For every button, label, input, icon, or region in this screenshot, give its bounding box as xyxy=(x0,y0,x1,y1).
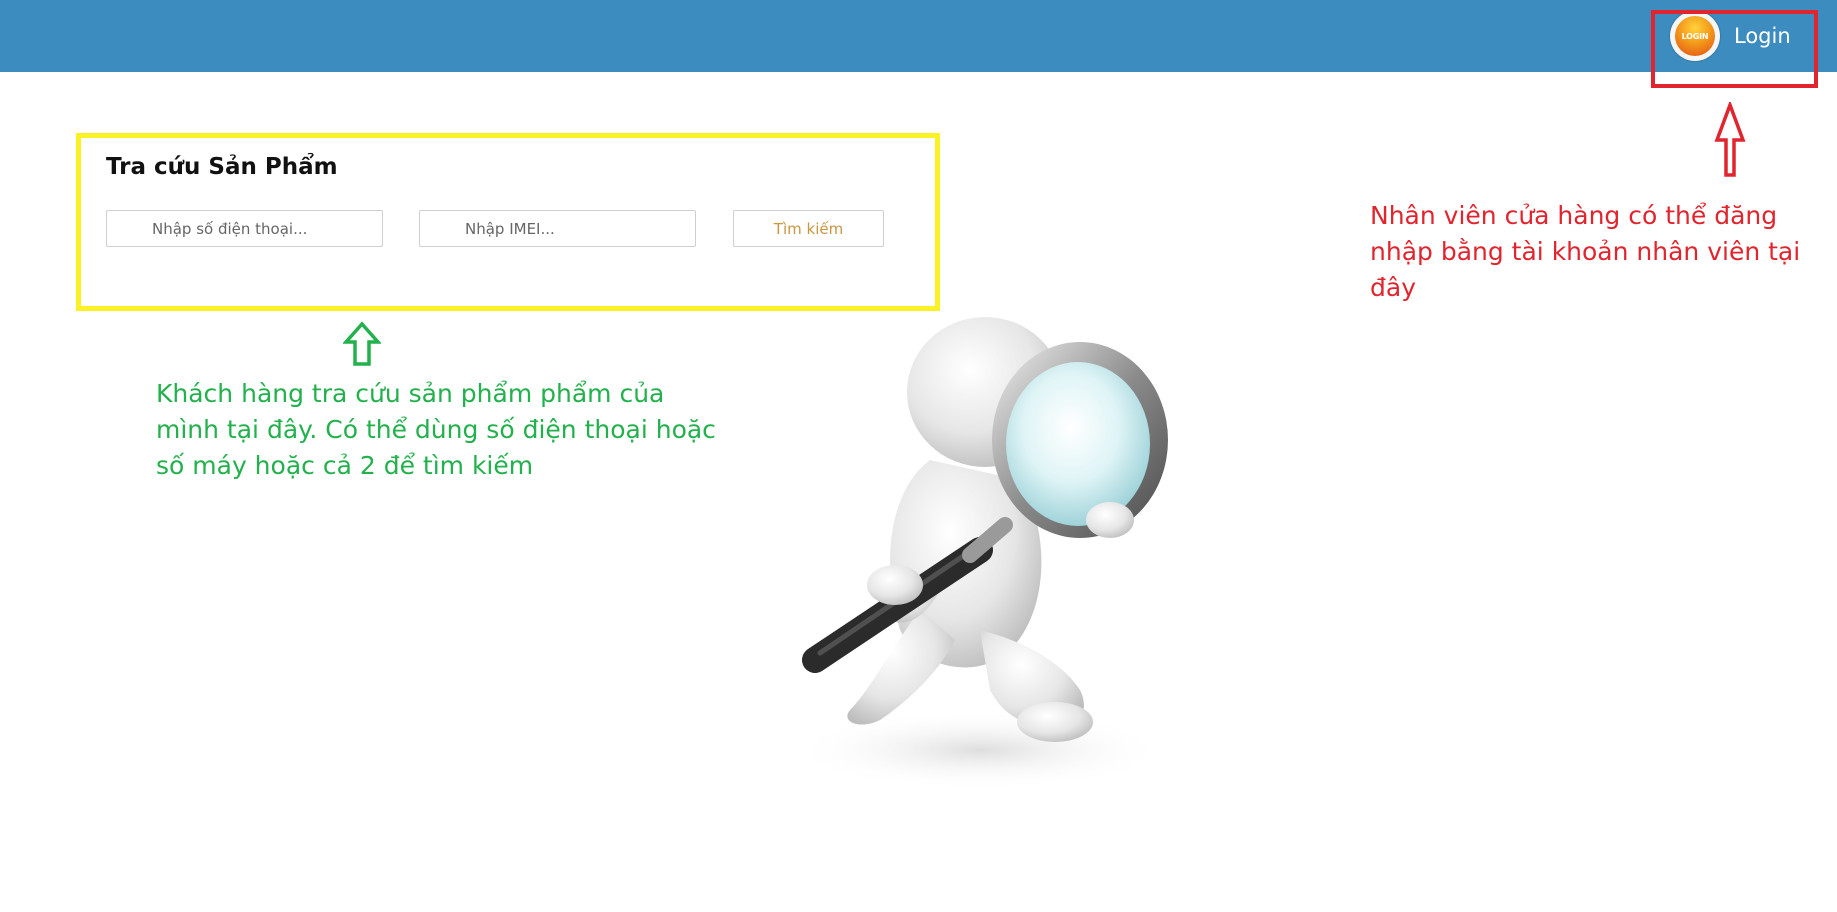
person-with-magnifying-glass-icon xyxy=(790,317,1170,790)
imei-input[interactable] xyxy=(419,210,696,247)
login-highlight-box xyxy=(1651,10,1818,88)
top-navbar xyxy=(0,0,1837,72)
search-panel-title: Tra cứu Sản Phẩm xyxy=(106,154,338,180)
staff-login-note: Nhân viên cửa hàng có thể đăng nhập bằng… xyxy=(1370,201,1801,302)
search-button[interactable]: Tìm kiếm xyxy=(733,210,884,247)
up-arrow-icon xyxy=(1714,102,1746,177)
up-arrow-icon xyxy=(343,321,381,366)
customer-search-note: Khách hàng tra cứu sản phẩm phẩm của mìn… xyxy=(156,379,716,480)
phone-number-input[interactable] xyxy=(106,210,383,247)
